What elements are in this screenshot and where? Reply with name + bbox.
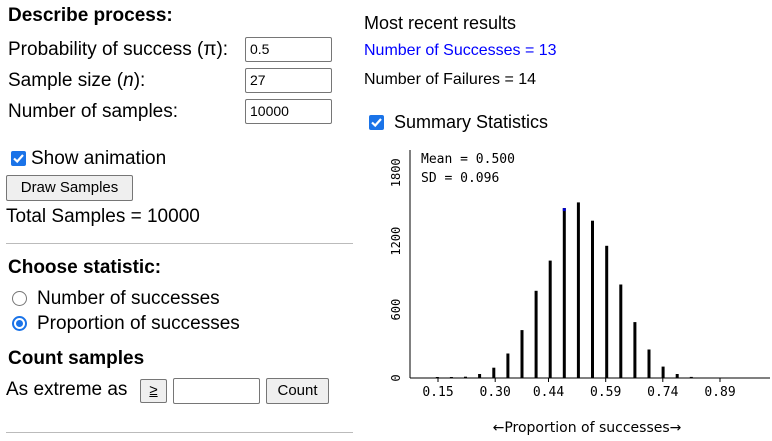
show-animation-label: Show animation bbox=[31, 148, 167, 169]
divider bbox=[6, 432, 353, 433]
number-of-successes-label: Number of successes bbox=[37, 288, 220, 309]
count-samples-heading: Count samples bbox=[8, 348, 145, 369]
histogram-bar bbox=[605, 245, 609, 378]
most-recent-results-heading: Most recent results bbox=[364, 13, 517, 33]
sd-label: SD = 0.096 bbox=[421, 171, 499, 186]
x-ticks: 0.15 0.30 0.44 0.59 0.74 0.89 bbox=[422, 378, 736, 400]
y-tick-label: 0 bbox=[389, 374, 403, 381]
histogram-bar bbox=[562, 208, 566, 378]
radio-proportion-of-successes[interactable] bbox=[12, 316, 27, 331]
summary-statistics-label: Summary Statistics bbox=[394, 112, 549, 132]
histogram-bar bbox=[534, 290, 538, 378]
radio-number-of-successes[interactable] bbox=[12, 291, 27, 306]
checkmark-icon bbox=[13, 154, 24, 164]
x-tick-label: 0.44 bbox=[533, 385, 564, 400]
histogram-bar bbox=[661, 366, 665, 378]
x-axis-label: ←Proportion of successes→ bbox=[493, 420, 682, 436]
x-tick-label: 0.15 bbox=[422, 385, 453, 400]
x-tick-label: 0.30 bbox=[480, 385, 511, 400]
histogram-bar bbox=[647, 349, 651, 378]
sampling-distribution-chart: Mean = 0.500 SD = 0.096 0 600 1200 1800 0.1… bbox=[389, 150, 770, 436]
show-animation-checkbox[interactable] bbox=[11, 151, 26, 166]
extreme-value-input[interactable] bbox=[173, 378, 260, 404]
draw-samples-button[interactable]: Draw Samples bbox=[6, 175, 133, 201]
failures-result: Number of Failures = 14 bbox=[364, 71, 537, 88]
divider bbox=[6, 243, 353, 244]
successes-result: Number of Successes = 13 bbox=[364, 42, 557, 59]
probability-input[interactable]: 0.5 bbox=[245, 37, 332, 62]
bars-group bbox=[435, 202, 693, 378]
histogram-bar bbox=[492, 367, 496, 378]
histogram-bar bbox=[506, 353, 510, 378]
x-tick-label: 0.59 bbox=[590, 385, 621, 400]
checkmark-icon bbox=[371, 118, 382, 128]
number-of-samples-label: Number of samples: bbox=[8, 101, 179, 122]
histogram-bar bbox=[576, 202, 580, 378]
y-tick-label: 1800 bbox=[389, 158, 403, 187]
total-samples-text: Total Samples = 10000 bbox=[6, 206, 200, 227]
histogram-bar bbox=[478, 374, 482, 378]
y-ticks: 0 600 1200 1800 bbox=[389, 158, 403, 381]
as-extreme-as-label: As extreme as bbox=[6, 379, 128, 400]
current-sample-marker bbox=[562, 208, 566, 212]
y-tick-label: 600 bbox=[389, 299, 403, 321]
number-of-samples-input[interactable]: 10000 bbox=[245, 99, 332, 124]
histogram-bar bbox=[591, 220, 594, 378]
sample-size-label: Sample size (n): bbox=[8, 70, 146, 91]
histogram-bar bbox=[675, 374, 679, 378]
histogram-bar bbox=[619, 284, 623, 378]
choose-statistic-heading: Choose statistic: bbox=[8, 257, 162, 278]
histogram-bar bbox=[548, 260, 552, 378]
operator-select[interactable]: ≥ bbox=[140, 379, 167, 403]
histogram-bar bbox=[520, 330, 524, 378]
count-button[interactable]: Count bbox=[266, 378, 329, 404]
proportion-of-successes-label: Proportion of successes bbox=[37, 313, 240, 334]
y-tick-label: 1200 bbox=[389, 227, 403, 256]
histogram-bar bbox=[633, 322, 637, 378]
describe-process-heading: Describe process: bbox=[8, 5, 173, 26]
summary-statistics-checkbox[interactable] bbox=[369, 115, 384, 130]
sample-size-input[interactable]: 27 bbox=[245, 68, 332, 93]
x-tick-label: 0.74 bbox=[647, 385, 678, 400]
mean-label: Mean = 0.500 bbox=[421, 152, 515, 167]
x-tick-label: 0.89 bbox=[704, 385, 735, 400]
probability-label: Probability of success (π): bbox=[8, 39, 229, 60]
